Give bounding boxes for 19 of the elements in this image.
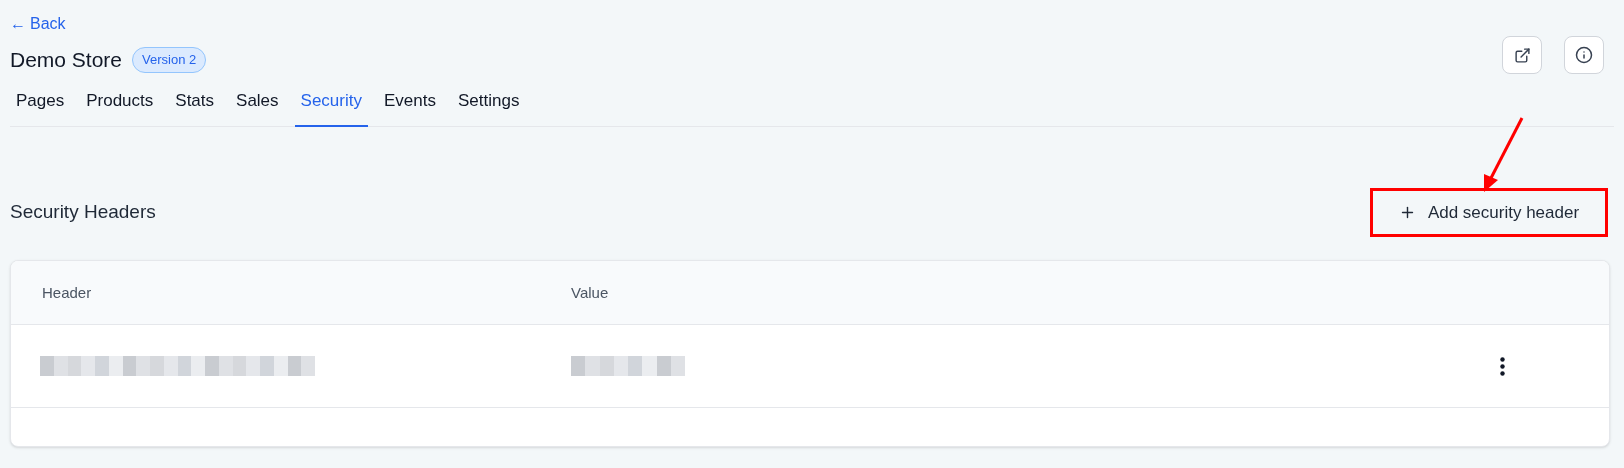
page-title: Demo Store — [10, 47, 123, 73]
add-security-header-button[interactable]: Add security header — [1370, 188, 1608, 237]
tab[interactable]: Settings — [452, 83, 526, 127]
tab[interactable]: Products — [80, 83, 160, 127]
section-title: Security Headers — [10, 200, 156, 225]
column-header: Value — [571, 283, 609, 301]
tab[interactable]: Events — [378, 83, 442, 127]
info-icon — [1575, 46, 1593, 64]
info-button[interactable] — [1564, 36, 1604, 74]
back-link[interactable]: ← Back — [10, 12, 66, 36]
tab[interactable]: Stats — [169, 83, 221, 127]
external-link-icon — [1513, 46, 1531, 64]
tab[interactable]: Pages — [10, 83, 71, 127]
more-icon — [1500, 356, 1505, 376]
tab[interactable]: Security — [294, 83, 368, 127]
version-badge: Version 2 — [132, 47, 207, 73]
column-header: Header — [42, 283, 92, 301]
external-link-button[interactable] — [1502, 36, 1542, 74]
tab[interactable]: Sales — [230, 83, 285, 127]
